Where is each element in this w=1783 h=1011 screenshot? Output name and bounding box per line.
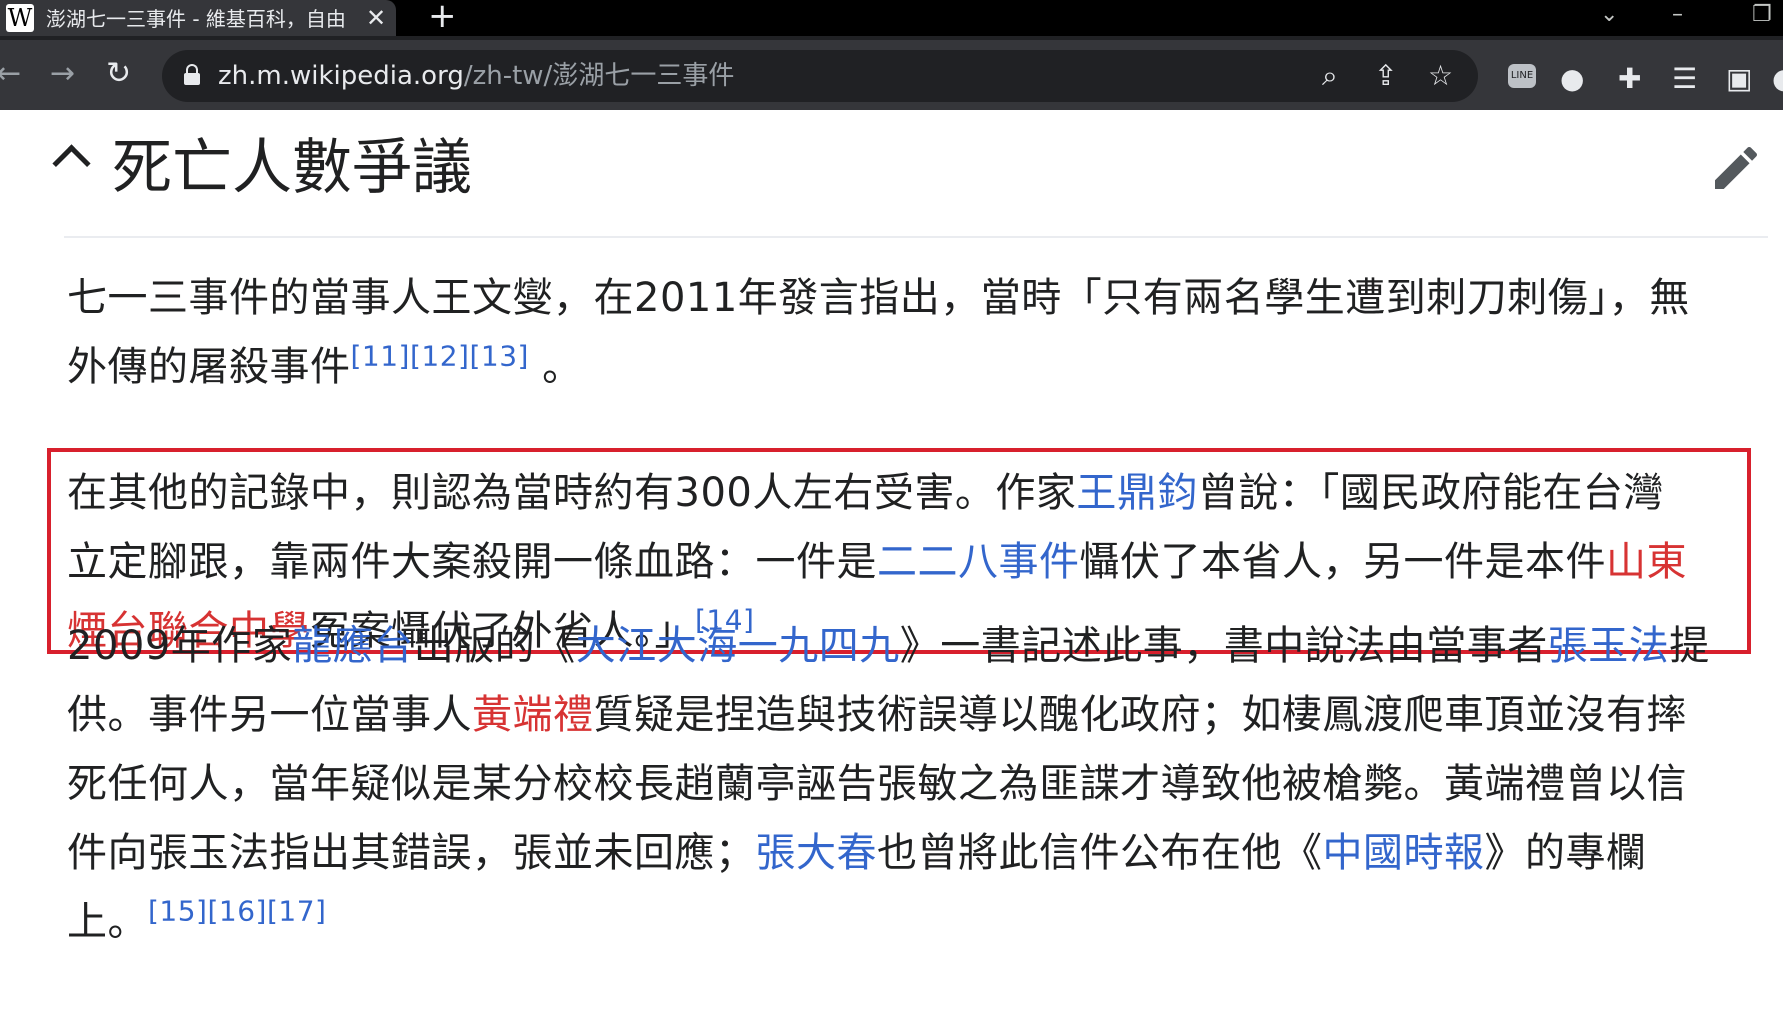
back-arrow-icon[interactable]: ← xyxy=(0,54,21,94)
redlink-huang-duanli[interactable]: 黃端禮 xyxy=(472,692,594,738)
paragraph-3-text-i: 》的專欄 xyxy=(1484,830,1647,876)
browser-toolbar: ← → ↻ zh.m.wikipedia.org/zh-tw/澎湖七一三事件 ⌕… xyxy=(0,40,1783,110)
paragraph-2-text-a: 在其他的記錄中，則認為當時約有300人左右受害。作家 xyxy=(67,470,1077,516)
paragraph-3-line-4: 件向張玉法指出其錯誤，張並未回應；張大春也曾將此信件公布在他《中國時報》的專欄 xyxy=(67,819,1757,888)
link-wang-dingjun[interactable]: 王鼎鈞 xyxy=(1076,470,1198,516)
citation-16[interactable]: [16] xyxy=(207,895,266,928)
url-domain: zh.m.wikipedia.org xyxy=(218,61,464,91)
url-text[interactable]: zh.m.wikipedia.org/zh-tw/澎湖七一三事件 xyxy=(218,61,734,91)
section-heading: 死亡人數爭議 xyxy=(112,133,472,203)
link-china-times[interactable]: 中國時報 xyxy=(1323,830,1485,876)
paragraph-3-text-b: 出版的《 xyxy=(413,623,576,669)
citation-group: [11][12][13] xyxy=(351,340,529,373)
paragraph-3-line-3: 死任何人，當年疑似是某分校校長趙蘭亭誣告張敏之為匪諜才導致他被槍斃。黃端禮曾以信 xyxy=(67,761,1687,807)
paragraph-3-line-1: 2009年作家龍應台出版的《大江大海一九四九》一書記述此事，書中說法由當事者張玉… xyxy=(67,612,1757,681)
new-tab-icon[interactable]: + xyxy=(428,0,457,34)
paragraph-3-text-g: 件向張玉法指出其錯誤，張並未回應； xyxy=(67,830,756,876)
citation-11[interactable]: [11] xyxy=(351,340,410,373)
link-228-incident[interactable]: 二二八事件 xyxy=(877,539,1080,585)
extensions-puzzle-icon[interactable]: ✚ xyxy=(1618,62,1641,96)
media-playlist-icon[interactable]: ☰ xyxy=(1672,62,1697,96)
share-icon[interactable]: ⇪ xyxy=(1374,58,1397,94)
citation-13[interactable]: [13] xyxy=(469,340,528,373)
restore-window-icon[interactable]: ❐ xyxy=(1752,0,1772,30)
lock-icon[interactable] xyxy=(184,64,200,86)
paragraph-2-line-2: 立定腳跟，靠兩件大案殺開一條血路：一件是二二八事件懾伏了本省人，另一件是本件山東 xyxy=(67,528,1757,597)
paragraph-2-text-d: 懾伏了本省人，另一件是本件 xyxy=(1079,539,1606,585)
link-lung-yingtai[interactable]: 龍應台 xyxy=(292,623,414,669)
collapse-chevron-up-icon[interactable] xyxy=(52,138,80,166)
citation-group-3: [15][16][17] xyxy=(148,895,326,928)
zoom-search-icon[interactable]: ⌕ xyxy=(1322,58,1338,94)
paragraph-3-text-j: 上。 xyxy=(67,899,148,945)
paragraph-3: 2009年作家龍應台出版的《大江大海一九四九》一書記述此事，書中說法由當事者張玉… xyxy=(67,612,1757,957)
paragraph-3-text-a: 2009年作家 xyxy=(67,623,293,669)
address-bar[interactable]: zh.m.wikipedia.org/zh-tw/澎湖七一三事件 ⌕ ⇪ ☆ xyxy=(162,50,1478,102)
paragraph-3-text-e: 供。事件另一位當事人 xyxy=(67,692,472,738)
browser-chrome: W 澎湖七一三事件 - 維基百科，自由 ✕ + ⌄ – ❐ ← → ↻ zh.m… xyxy=(0,0,1783,110)
paragraph-1-end: 。 xyxy=(542,344,583,390)
citation-15[interactable]: [15] xyxy=(148,895,207,928)
paragraph-1-text: 外傳的屠殺事件 xyxy=(67,344,351,390)
redlink-shandong-part1[interactable]: 山東 xyxy=(1606,539,1687,585)
citation-17[interactable]: [17] xyxy=(267,895,326,928)
reload-icon[interactable]: ↻ xyxy=(106,54,131,94)
side-panel-icon[interactable]: ▣ xyxy=(1726,62,1752,96)
link-zhang-dachun[interactable]: 張大春 xyxy=(756,830,878,876)
wikipedia-favicon-icon: W xyxy=(6,4,34,32)
paragraph-3-text-f: 質疑是捏造與技術誤導以醜化政府；如棲鳳渡爬車頂並沒有摔 xyxy=(593,692,1687,738)
link-book-title[interactable]: 大江大海一九四九 xyxy=(576,623,900,669)
paragraph-3-line-2: 供。事件另一位當事人黃端禮質疑是捏造與技術誤導以醜化政府；如棲鳳渡爬車頂並沒有摔 xyxy=(67,681,1757,750)
paragraph-2-text-c: 立定腳跟，靠兩件大案殺開一條血路：一件是 xyxy=(67,539,877,585)
profile-avatar-icon[interactable]: ◐ xyxy=(1772,62,1783,96)
extension-app-icon[interactable]: ● xyxy=(1560,62,1584,96)
paragraph-3-text-h: 也曾將此信件公布在他《 xyxy=(877,830,1323,876)
close-tab-icon[interactable]: ✕ xyxy=(366,3,386,33)
paragraph-3-line-5: 上。[15][16][17] xyxy=(67,888,1757,957)
paragraph-1-line-1: 七一三事件的當事人王文燮，在2011年發言指出，當時「只有兩名學生遭到刺刀刺傷」… xyxy=(67,275,1690,321)
tab-title: 澎湖七一三事件 - 維基百科，自由 xyxy=(46,7,346,31)
tab-search-chevron-icon[interactable]: ⌄ xyxy=(1600,0,1618,30)
citation-12[interactable]: [12] xyxy=(410,340,469,373)
link-zhang-yufa[interactable]: 張玉法 xyxy=(1548,623,1670,669)
section-divider xyxy=(64,236,1768,238)
paragraph-2-line-1: 在其他的記錄中，則認為當時約有300人左右受害。作家王鼎鈞曾說：「國民政府能在台… xyxy=(67,459,1757,528)
forward-arrow-icon[interactable]: → xyxy=(50,54,75,94)
article-content: 死亡人數爭議 七一三事件的當事人王文燮，在2011年發言指出，當時「只有兩名學生… xyxy=(0,110,1783,1011)
bookmark-star-icon[interactable]: ☆ xyxy=(1428,58,1453,94)
url-path: /zh-tw/澎湖七一三事件 xyxy=(463,61,735,91)
minimize-window-icon[interactable]: – xyxy=(1672,0,1683,30)
paragraph-3-text-d: 提 xyxy=(1669,623,1710,669)
tab-bar: W 澎湖七一三事件 - 維基百科，自由 ✕ + ⌄ – ❐ xyxy=(0,0,1783,36)
paragraph-2-text-b: 曾說：「國民政府能在台灣 xyxy=(1197,470,1664,516)
paragraph-1-line-2: 外傳的屠殺事件[11][12][13] 。 xyxy=(67,333,1757,402)
browser-tab-active[interactable]: W 澎湖七一三事件 - 維基百科，自由 ✕ xyxy=(0,0,396,36)
edit-pencil-icon[interactable] xyxy=(1708,140,1764,196)
paragraph-3-text-c: 》一書記述此事，書中說法由當事者 xyxy=(899,623,1548,669)
line-extension-icon[interactable]: LINE xyxy=(1508,64,1536,88)
paragraph-1: 七一三事件的當事人王文燮，在2011年發言指出，當時「只有兩名學生遭到刺刀刺傷」… xyxy=(67,264,1757,402)
